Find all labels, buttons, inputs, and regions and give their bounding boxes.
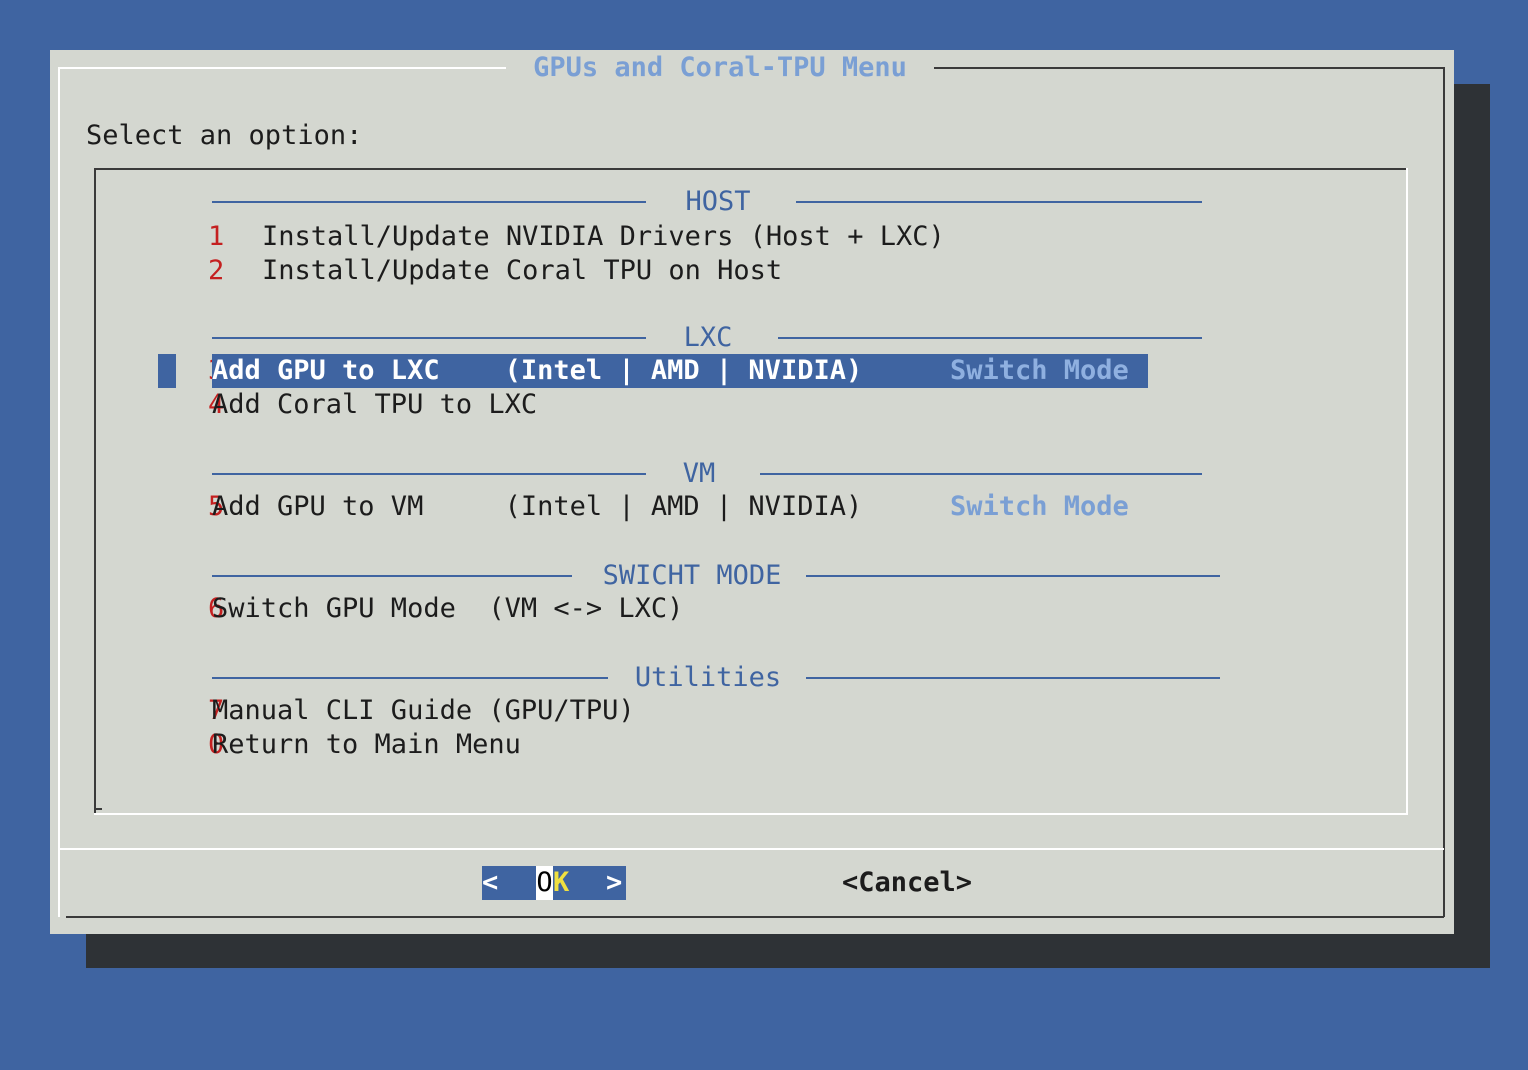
ok-hotkey-char: K xyxy=(553,867,570,898)
lxc-header-line-right xyxy=(778,337,1202,339)
menu-item-label: Return to Main Menu xyxy=(212,729,521,760)
cancel-button[interactable]: <Cancel> xyxy=(842,866,972,900)
lxc-header-line-left xyxy=(212,337,646,339)
utilities-header-line-right xyxy=(806,677,1220,679)
menu-item-label: Add GPU to VM (Intel | AMD | NVIDIA) xyxy=(212,491,863,522)
switch-mode-badge: Switch Mode xyxy=(950,355,1129,386)
gpu-tpu-menu-dialog: GPUs and Coral-TPU Menu Select an option… xyxy=(50,50,1454,934)
utilities-header-line-left xyxy=(212,677,608,679)
menu-item-number: 1 xyxy=(208,221,225,252)
button-area-separator xyxy=(58,848,1444,850)
host-header-line-left xyxy=(212,201,646,203)
menu-item-label: Add Coral TPU to LXC xyxy=(212,389,538,420)
menu-border-corner xyxy=(94,808,102,810)
section-header-vm: VM xyxy=(682,458,716,489)
ok-bracket-left: < xyxy=(482,867,499,898)
frame-right xyxy=(1443,67,1445,917)
dialog-title: GPUs and Coral-TPU Menu xyxy=(533,52,907,83)
selected-number-highlight xyxy=(158,354,176,388)
menu-border-right xyxy=(1406,168,1408,814)
menu-item-number: 2 xyxy=(208,255,225,286)
section-header-switch-mode: SWICHT MODE xyxy=(602,560,782,591)
menu-item-label: Add GPU to LXC (Intel | AMD | NVIDIA) xyxy=(212,355,863,386)
menu-border-top xyxy=(94,168,1408,170)
switch-header-line-right xyxy=(806,575,1220,577)
ok-button[interactable]: < O K > xyxy=(482,866,626,900)
menu-list: HOST 1 Install/Update NVIDIA Drivers (Ho… xyxy=(94,168,1408,815)
menu-item-label: Manual CLI Guide (GPU/TPU) xyxy=(212,695,635,726)
frame-bottom xyxy=(66,916,1444,918)
section-header-utilities: Utilities xyxy=(634,662,782,693)
menu-border-bottom xyxy=(94,813,1408,815)
select-prompt: Select an option: xyxy=(86,120,363,151)
section-header-host: HOST xyxy=(685,186,751,217)
ok-cursor-char: O xyxy=(536,866,553,900)
section-header-lxc: LXC xyxy=(683,322,733,353)
ok-bracket-right: > xyxy=(606,867,623,898)
menu-item-label: Install/Update NVIDIA Drivers (Host + LX… xyxy=(262,221,945,252)
frame-left xyxy=(58,67,60,917)
vm-header-line-right xyxy=(760,473,1202,475)
frame-top-right xyxy=(934,67,1444,69)
menu-item-label: Switch GPU Mode (VM <-> LXC) xyxy=(212,593,684,624)
vm-header-line-left xyxy=(212,473,646,475)
menu-item-label: Install/Update Coral TPU on Host xyxy=(262,255,783,286)
frame-top-left xyxy=(58,67,506,69)
host-header-line-right xyxy=(796,201,1202,203)
menu-border-left xyxy=(94,168,96,814)
switch-mode-badge: Switch Mode xyxy=(950,491,1129,522)
switch-header-line-left xyxy=(212,575,572,577)
